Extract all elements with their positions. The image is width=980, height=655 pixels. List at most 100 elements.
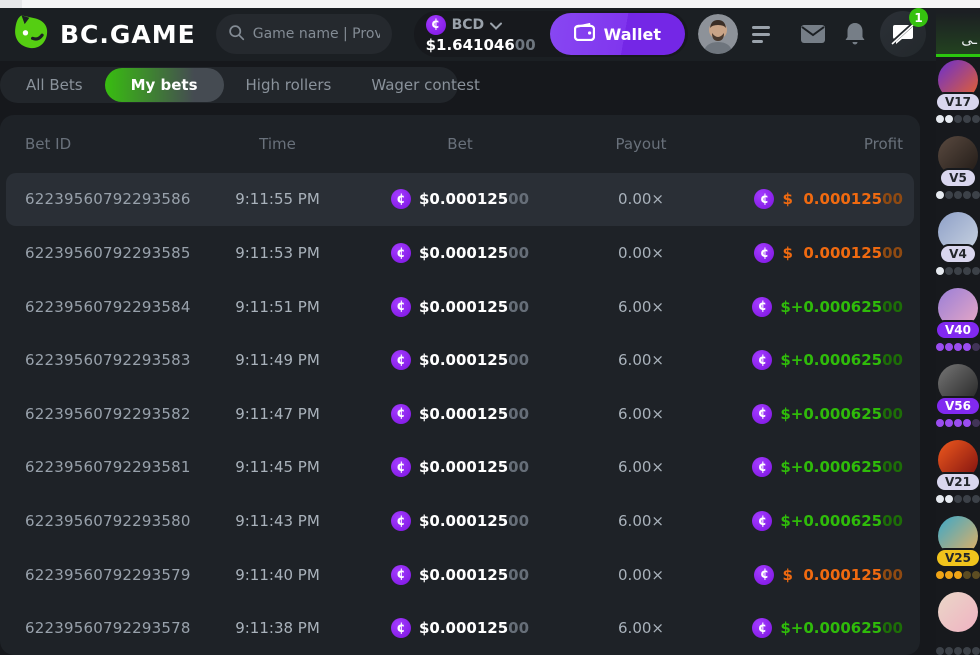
medal-icon: [963, 495, 971, 503]
mail-icon[interactable]: [800, 24, 826, 44]
medal-icon: [945, 571, 953, 579]
bet-amount: ¢ $0.00012500: [360, 350, 560, 370]
wallet-button[interactable]: Wallet: [550, 13, 685, 55]
balance-wallet-group: ¢ BCD $1.64104600: [414, 11, 688, 57]
table-row[interactable]: 62239560792293583 9:11:49 PM ¢ $0.000125…: [0, 333, 920, 387]
user-avatar[interactable]: [938, 592, 978, 632]
banner-text: ـى: [961, 32, 977, 48]
bcd-coin-icon: ¢: [754, 565, 774, 585]
bcgame-app: BC.GAME ¢ BCD: [0, 0, 980, 655]
online-user[interactable]: V25: [936, 516, 980, 579]
medal-icon: [954, 191, 962, 199]
medal-icon: [963, 267, 971, 275]
table-row[interactable]: 62239560792293579 9:11:40 PM ¢ $0.000125…: [0, 548, 920, 602]
table-row[interactable]: 62239560792293580 9:11:43 PM ¢ $0.000125…: [0, 494, 920, 548]
table-row[interactable]: 62239560792293586 9:11:55 PM ¢ $0.000125…: [6, 173, 914, 227]
chat-toggle-button[interactable]: 1: [880, 11, 926, 57]
bet-payout: 6.00×: [560, 298, 722, 316]
online-user[interactable]: V40: [936, 288, 980, 351]
table-row[interactable]: 62239560792293581 9:11:45 PM ¢ $0.000125…: [0, 441, 920, 495]
medal-icon: [972, 647, 980, 655]
online-user[interactable]: V17: [936, 60, 980, 123]
menu-icon[interactable]: [748, 22, 774, 47]
promo-banner[interactable]: ـى: [936, 8, 980, 57]
online-user[interactable]: V5: [936, 136, 980, 199]
search-bar[interactable]: [216, 14, 392, 54]
medal-icon: [945, 647, 953, 655]
bet-id: 62239560792293583: [25, 351, 195, 369]
table-row[interactable]: 62239560792293584 9:11:51 PM ¢ $0.000125…: [0, 280, 920, 334]
logo[interactable]: BC.GAME: [12, 13, 196, 55]
bet-payout: 6.00×: [560, 405, 722, 423]
user-level-badge: V40: [936, 320, 980, 340]
online-user[interactable]: V4: [936, 212, 980, 275]
medal-icon: [972, 115, 980, 123]
bet-payout: 6.00×: [560, 619, 722, 637]
bet-amount: ¢ $0.00012500: [360, 511, 560, 531]
medal-icon: [963, 343, 971, 351]
wallet-balance: $1.64104600: [426, 36, 536, 54]
medal-icon: [954, 571, 962, 579]
bet-time: 9:11:49 PM: [195, 351, 360, 369]
bcd-coin-icon: ¢: [391, 404, 411, 424]
bet-time: 9:11:47 PM: [195, 405, 360, 423]
online-users-sidebar: ـى V17 V5 V4 V40 V56 V21 V25: [936, 8, 980, 655]
bet-id: 62239560792293578: [25, 619, 195, 637]
bet-amount: ¢ $0.00012500: [360, 243, 560, 263]
user-medals: [936, 571, 980, 579]
online-user[interactable]: V56: [936, 364, 980, 427]
currency-selector[interactable]: ¢ BCD $1.64104600: [426, 15, 536, 54]
bet-id: 62239560792293579: [25, 566, 195, 584]
medal-icon: [936, 419, 944, 427]
bcd-coin-icon: ¢: [754, 189, 774, 209]
online-user[interactable]: V0: [936, 592, 980, 655]
topbar: BC.GAME ¢ BCD: [0, 8, 936, 61]
search-input[interactable]: [253, 26, 380, 42]
medal-icon: [936, 647, 944, 655]
user-level-badge: V56: [936, 396, 980, 416]
medal-icon: [936, 495, 944, 503]
medal-icon: [972, 419, 980, 427]
user-medals: [936, 647, 980, 655]
wallet-label: Wallet: [604, 25, 661, 44]
bet-time: 9:11:40 PM: [195, 566, 360, 584]
user-medals: [936, 267, 980, 275]
bcgame-logo-icon: [12, 13, 50, 55]
tab-all-bets[interactable]: All Bets: [8, 70, 101, 100]
bcd-coin-icon: ¢: [752, 404, 772, 424]
medal-icon: [963, 115, 971, 123]
table-row[interactable]: 62239560792293578 9:11:38 PM ¢ $0.000125…: [0, 601, 920, 655]
bcd-coin-icon: ¢: [752, 350, 772, 370]
bet-id: 62239560792293586: [25, 190, 195, 208]
user-level-badge: V5: [939, 168, 977, 188]
tab-high-rollers[interactable]: High rollers: [228, 70, 350, 100]
user-level-badge: V21: [936, 472, 980, 492]
bcd-coin-icon: ¢: [391, 350, 411, 370]
medal-icon: [954, 267, 962, 275]
medal-icon: [954, 115, 962, 123]
bcd-coin-icon: ¢: [752, 618, 772, 638]
table-row[interactable]: 62239560792293582 9:11:47 PM ¢ $0.000125…: [0, 387, 920, 441]
tab-wager-contest[interactable]: Wager contest: [353, 70, 498, 100]
medal-icon: [945, 495, 953, 503]
medal-icon: [945, 419, 953, 427]
bet-id: 62239560792293585: [25, 244, 195, 262]
user-level-badge: V17: [936, 92, 980, 112]
bet-time: 9:11:43 PM: [195, 512, 360, 530]
bet-profit: ¢ $+0.00062500: [722, 457, 903, 477]
user-level-badge: V4: [939, 244, 977, 264]
bcd-coin-icon: ¢: [391, 297, 411, 317]
bet-amount: ¢ $0.00012500: [360, 457, 560, 477]
browser-edge-corner: [0, 0, 22, 8]
currency-code: BCD: [452, 17, 485, 33]
bet-payout: 6.00×: [560, 458, 722, 476]
bet-time: 9:11:38 PM: [195, 619, 360, 637]
online-user[interactable]: V21: [936, 440, 980, 503]
chevron-down-icon: [490, 15, 502, 34]
user-avatar[interactable]: [698, 14, 738, 54]
bell-icon[interactable]: [844, 22, 866, 46]
tab-my-bets[interactable]: My bets: [105, 68, 224, 102]
table-row[interactable]: 62239560792293585 9:11:53 PM ¢ $0.000125…: [0, 226, 920, 280]
bet-payout: 0.00×: [560, 244, 722, 262]
bet-payout: 6.00×: [560, 512, 722, 530]
